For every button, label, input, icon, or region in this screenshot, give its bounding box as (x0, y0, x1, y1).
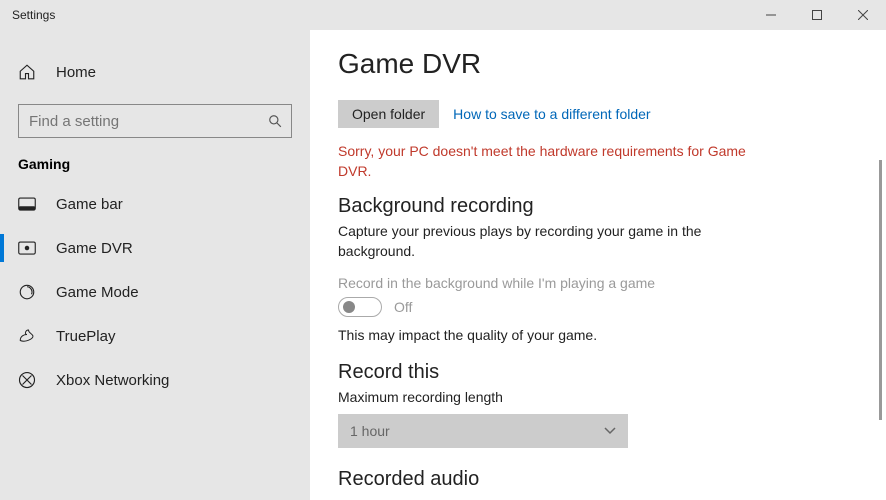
titlebar: Settings (0, 0, 886, 30)
record-this-heading: Record this (338, 361, 846, 384)
help-link[interactable]: How to save to a different folder (453, 106, 650, 122)
sidebar-item-label: Game bar (56, 196, 123, 213)
background-toggle-label: Record in the background while I'm playi… (338, 275, 846, 291)
sidebar-item-label: Xbox Networking (56, 372, 169, 389)
scrollbar[interactable] (879, 160, 882, 420)
sidebar-item-label: Game Mode (56, 284, 139, 301)
sidebar-item-gamemode[interactable]: Game Mode (0, 270, 310, 314)
sidebar-section-label: Gaming (0, 156, 310, 182)
close-icon (858, 10, 868, 20)
record-this-label: Maximum recording length (338, 388, 758, 408)
background-toggle-state: Off (394, 299, 412, 315)
sidebar-home-label: Home (56, 64, 96, 81)
background-recording-desc: Capture your previous plays by recording… (338, 222, 758, 261)
chevron-down-icon (604, 427, 616, 435)
gamebar-icon (18, 197, 42, 211)
open-folder-button[interactable]: Open folder (338, 100, 439, 128)
window-title: Settings (12, 8, 55, 22)
sidebar-item-label: TruePlay (56, 328, 115, 345)
sidebar-item-trueplay[interactable]: TruePlay (0, 314, 310, 358)
maximize-button[interactable] (794, 0, 840, 30)
search-input[interactable] (18, 104, 292, 138)
hardware-error-text: Sorry, your PC doesn't meet the hardware… (338, 142, 768, 181)
sidebar-item-gamebar[interactable]: Game bar (0, 182, 310, 226)
xbox-icon (18, 371, 42, 389)
max-length-select[interactable]: 1 hour (338, 414, 628, 448)
sidebar: Home Gaming Game bar Game DVR (0, 30, 310, 500)
sidebar-item-label: Game DVR (56, 240, 133, 257)
background-recording-heading: Background recording (338, 195, 846, 218)
background-note: This may impact the quality of your game… (338, 327, 846, 343)
trueplay-icon (18, 327, 42, 345)
recorded-audio-heading: Recorded audio (338, 468, 846, 491)
dvr-icon (18, 241, 42, 255)
maximize-icon (812, 10, 822, 20)
max-length-value: 1 hour (350, 423, 390, 439)
sidebar-item-gamedvr[interactable]: Game DVR (0, 226, 310, 270)
background-toggle[interactable] (338, 297, 382, 317)
page-title: Game DVR (338, 48, 846, 80)
gamemode-icon (18, 283, 42, 301)
sidebar-home[interactable]: Home (0, 50, 310, 94)
sidebar-item-xboxnetworking[interactable]: Xbox Networking (0, 358, 310, 402)
close-button[interactable] (840, 0, 886, 30)
minimize-button[interactable] (748, 0, 794, 30)
home-icon (18, 63, 42, 81)
minimize-icon (766, 10, 776, 20)
toggle-knob (343, 301, 355, 313)
main-panel: Game DVR Open folder How to save to a di… (310, 30, 886, 500)
